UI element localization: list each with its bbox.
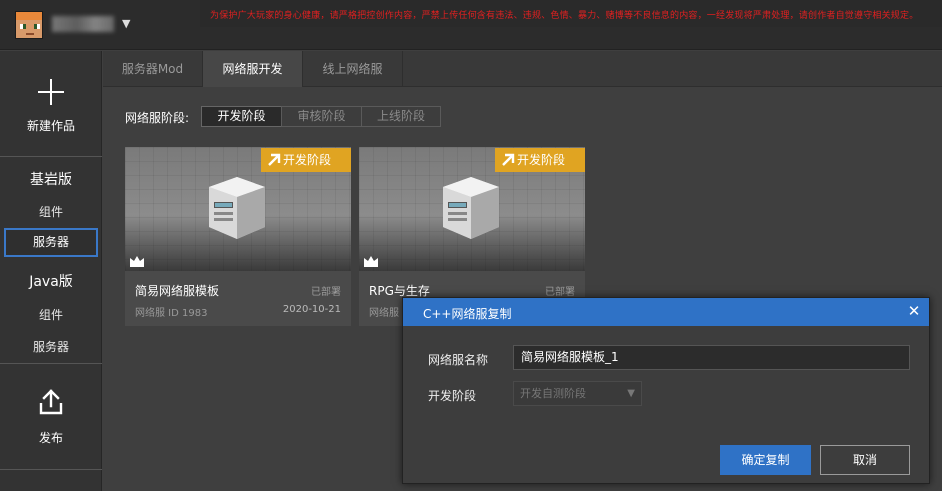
card-meta: 网络服 ID 1983 — [135, 308, 208, 319]
stage-select[interactable]: 开发自测阶段 ▼ — [513, 381, 642, 406]
avatar[interactable] — [15, 11, 43, 39]
dialog-header: C++网络服复制 ✕ — [403, 298, 929, 326]
chevron-down-icon[interactable]: ▼ — [122, 17, 130, 30]
divider — [0, 363, 102, 364]
stage-label: 开发阶段 — [428, 389, 477, 403]
server-card[interactable]: 开发阶段 简易网络服模板 已部署 网络服 ID 1983 2020-10-21 — [125, 147, 351, 326]
card-thumbnail: 开发阶段 — [125, 147, 351, 271]
new-work-button[interactable]: 新建作品 — [0, 51, 102, 157]
stage-filter-dev[interactable]: 开发阶段 — [201, 106, 282, 127]
notice-text: 为保护广大玩家的身心健康，请严格把控创作内容，严禁上传任何含有违法、违规、色情、… — [210, 11, 919, 21]
new-work-label: 新建作品 — [26, 119, 75, 133]
divider — [0, 469, 102, 470]
card-status: 已部署 — [311, 287, 341, 298]
sidebar-item-bedrock-components[interactable]: 组件 — [0, 203, 102, 220]
sidebar-heading-bedrock: 基岩版 — [30, 172, 72, 188]
tab-network-server-dev[interactable]: 网络服开发 — [203, 51, 303, 87]
arrow-up-right-icon — [268, 153, 281, 166]
stage-filter-online[interactable]: 上线阶段 — [361, 106, 441, 127]
server-icon — [443, 177, 499, 239]
server-icon — [209, 177, 265, 239]
dialog-title: C++网络服复制 — [423, 307, 512, 321]
plus-icon — [38, 79, 64, 105]
tab-bar: 服务器Mod 网络服开发 线上网络服 — [103, 51, 942, 87]
server-name-label: 网络服名称 — [428, 353, 489, 367]
stage-filter-label: 网络服阶段: — [125, 111, 190, 125]
sidebar: 新建作品 基岩版 组件 服务器 Java版 组件 服务器 发布 — [0, 51, 102, 491]
stage-badge-label: 开发阶段 — [283, 153, 332, 167]
chevron-down-icon: ▼ — [627, 388, 635, 399]
sidebar-item-label: 服务器 — [32, 235, 69, 249]
username-blurred[interactable] — [52, 16, 114, 32]
card-thumbnail: 开发阶段 — [359, 147, 585, 271]
crown-icon — [364, 256, 378, 267]
stage-filter-review[interactable]: 审核阶段 — [281, 106, 362, 127]
stage-badge: 开发阶段 — [261, 148, 351, 172]
top-bar: ▼ 为保护广大玩家的身心健康，请严格把控创作内容，严禁上传任何含有违法、违规、色… — [0, 0, 942, 50]
sidebar-item-java-server[interactable]: 服务器 — [0, 338, 102, 355]
arrow-up-right-icon — [502, 153, 515, 166]
crown-icon — [130, 256, 144, 267]
notice-banner: 为保护广大玩家的身心健康，请严格把控创作内容，严禁上传任何含有违法、违规、色情、… — [200, 0, 942, 27]
sidebar-item-bedrock-server[interactable]: 服务器 — [4, 228, 98, 257]
copy-server-dialog: C++网络服复制 ✕ 网络服名称 简易网络服模板_1 开发阶段 开发自测阶段 ▼… — [402, 297, 930, 484]
publish-label[interactable]: 发布 — [0, 429, 102, 446]
stage-badge: 开发阶段 — [495, 148, 585, 172]
app-window: ▼ 为保护广大玩家的身心健康，请严格把控创作内容，严禁上传任何含有违法、违规、色… — [0, 0, 942, 491]
tab-online-network-server[interactable]: 线上网络服 — [303, 51, 403, 87]
tab-server-mod[interactable]: 服务器Mod — [103, 51, 203, 87]
sidebar-heading-java: Java版 — [29, 274, 73, 290]
sidebar-item-java-components[interactable]: 组件 — [0, 306, 102, 323]
card-title: 简易网络服模板 — [135, 284, 220, 298]
card-meta: 网络服 — [369, 308, 399, 319]
card-date: 2020-10-21 — [282, 304, 341, 315]
confirm-copy-button[interactable]: 确定复制 — [720, 445, 811, 475]
server-name-input[interactable]: 简易网络服模板_1 — [513, 345, 910, 370]
close-icon[interactable]: ✕ — [907, 304, 921, 319]
stage-badge-label: 开发阶段 — [517, 153, 566, 167]
cancel-button[interactable]: 取消 — [820, 445, 910, 475]
card-status: 已部署 — [545, 287, 575, 298]
upload-icon[interactable] — [39, 389, 63, 415]
stage-select-value: 开发自测阶段 — [520, 387, 586, 400]
